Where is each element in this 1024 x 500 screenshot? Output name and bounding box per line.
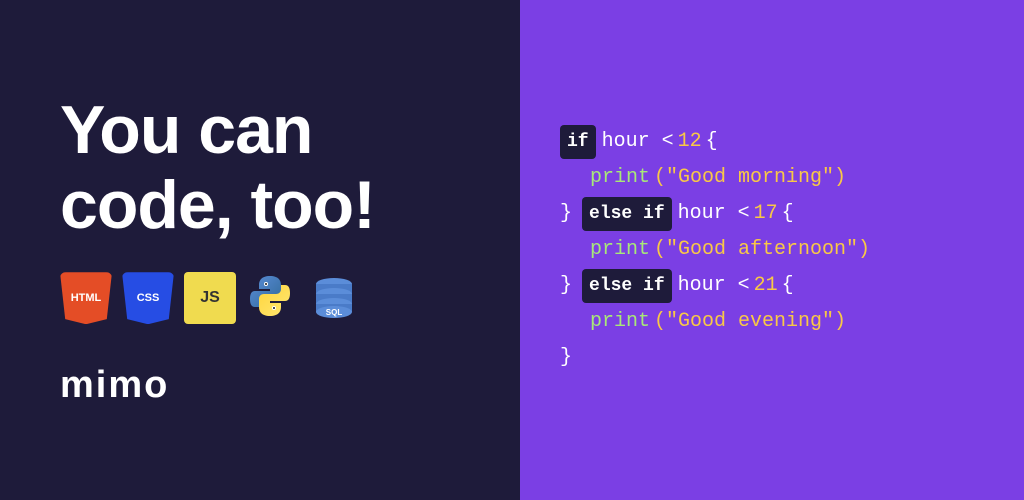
code-line-4: print ("Good afternoon")	[560, 232, 984, 268]
code-line-3: } else if hour < 17 {	[560, 196, 984, 232]
keyword-else-if-1: else if	[582, 197, 672, 231]
code-line-5: } else if hour < 21 {	[560, 268, 984, 304]
logo: mimo	[60, 364, 460, 407]
sql-icon: SQL	[308, 272, 360, 324]
headline: You can code, too!	[60, 93, 460, 243]
code-line-6: print ("Good evening")	[560, 304, 984, 340]
headline-line2: code, too!	[60, 167, 375, 243]
tech-icons-row: HTML CSS JS	[60, 272, 460, 324]
code-line-2: print ("Good morning")	[560, 160, 984, 196]
code-line-7: }	[560, 340, 984, 376]
right-panel: if hour < 12 { print ("Good morning") } …	[520, 0, 1024, 500]
keyword-else-if-2: else if	[582, 269, 672, 303]
css-icon: CSS	[122, 272, 174, 324]
python-icon	[246, 272, 298, 324]
headline-line1: You can	[60, 92, 312, 168]
keyword-if-1: if	[560, 125, 596, 159]
html-icon: HTML	[60, 272, 112, 324]
js-icon: JS	[184, 272, 236, 324]
code-line-1: if hour < 12 {	[560, 124, 984, 160]
svg-text:SQL: SQL	[326, 308, 343, 317]
left-panel: You can code, too! HTML CSS JS	[0, 0, 520, 500]
code-block: if hour < 12 { print ("Good morning") } …	[560, 124, 984, 376]
